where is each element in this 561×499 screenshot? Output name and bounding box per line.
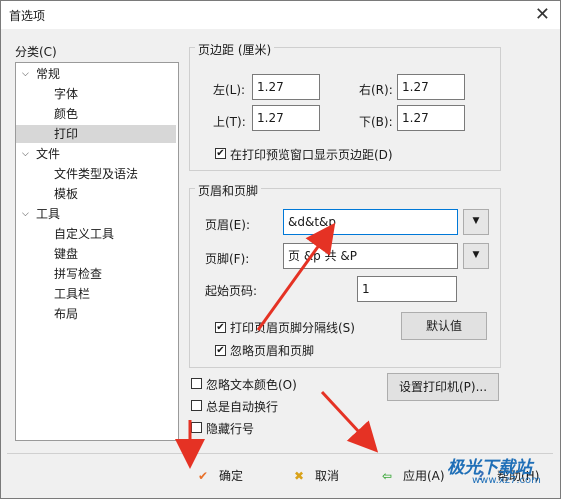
annotation-arrow-apply bbox=[320, 390, 379, 453]
annotation-arrow-header bbox=[256, 222, 336, 331]
annotation-arrows bbox=[175, 222, 379, 469]
